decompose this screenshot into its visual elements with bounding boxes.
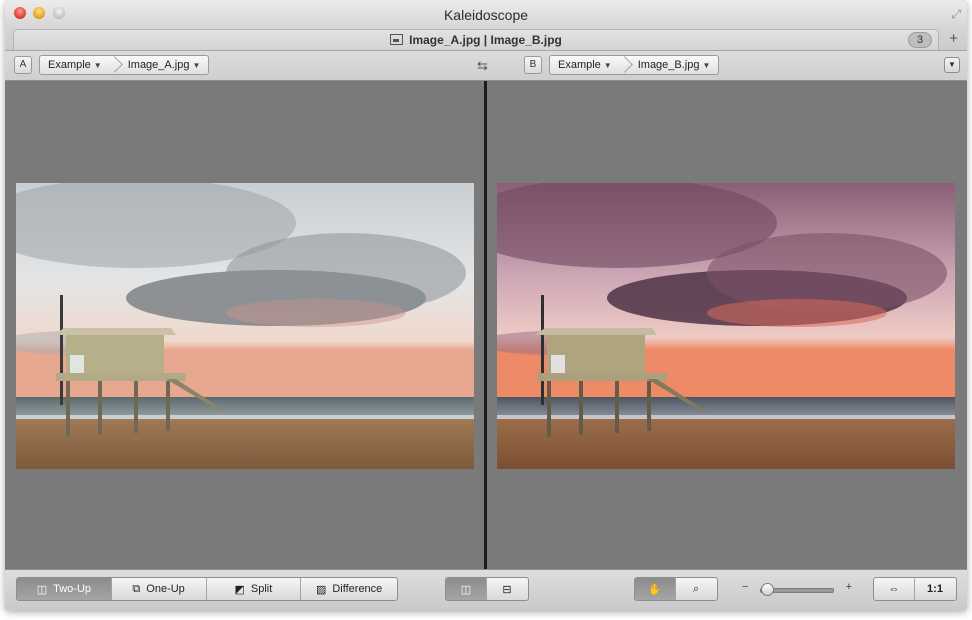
image-a-beach-photo [16,183,474,469]
pane-b-badge[interactable]: B [524,56,542,74]
path-bar: A Example ▼ Image_A.jpg ▼ ⇆ B Example ▼ Ima… [5,51,967,81]
window-title: Kaleidoscope [443,7,529,23]
layout-control: ◫ ⊟ [445,577,529,601]
fit-icon: ⇔ [888,583,900,595]
add-tab-button[interactable]: + [949,30,958,47]
chevron-down-icon: ▼ [702,61,711,70]
swap-sides-icon[interactable]: ⇆ [477,58,488,74]
pane-a-crumb-folder-label: Example [48,59,91,71]
pane-a-badge[interactable]: A [14,56,32,74]
pan-tool-button[interactable]: ✋ [635,578,676,600]
hand-icon: ✋ [648,583,662,596]
breadcrumb-separator [110,56,120,74]
zoom-slider[interactable]: − + [742,581,852,596]
two-up-icon: ◫ [36,583,48,596]
app-window: Kaleidoscope ⤢ Image_A.jpg | Image_B.jpg… [5,0,967,610]
zoom-out-icon[interactable]: − [742,581,748,593]
layout-stacked-button[interactable]: ⊟ [487,578,527,600]
fullscreen-icon[interactable]: ⤢ [951,7,961,22]
mode-two-up-button[interactable]: ◫ Two-Up [17,578,112,600]
tab-count-badge[interactable]: 3 [908,32,932,48]
actual-size-button[interactable]: 1:1 [915,578,955,600]
tab-comparison[interactable]: Image_A.jpg | Image_B.jpg 3 [13,29,939,50]
chevron-down-icon: ▼ [192,61,201,70]
image-b-preview[interactable] [497,183,955,469]
pane-b-crumb-file[interactable]: Image_B.jpg ▼ [630,59,719,71]
mode-difference-label: Difference [332,583,383,595]
image-a-preview[interactable] [16,183,474,469]
pane-divider[interactable] [484,81,487,569]
options-dropdown-icon[interactable]: ▼ [944,57,960,73]
pane-b-crumb-folder-label: Example [558,59,601,71]
tab-bar: Image_A.jpg | Image_B.jpg 3 + [5,28,967,51]
zoom-knob[interactable] [760,583,774,596]
pane-b-crumb-folder[interactable]: Example ▼ [550,59,620,71]
tab-title: Image_A.jpg | Image_B.jpg [409,33,562,47]
mode-difference-button[interactable]: ▨ Difference [301,578,397,600]
magnifier-icon: ⌕ [692,582,700,595]
pane-a-crumb-folder[interactable]: Example ▼ [40,59,110,71]
one-up-icon: ⧉ [132,582,141,595]
mode-one-up-button[interactable]: ⧉ One-Up [112,578,207,600]
mode-split-button[interactable]: ◩ Split [207,578,302,600]
image-b-beach-photo [497,183,955,469]
pane-a-crumb-file[interactable]: Image_A.jpg ▼ [120,59,209,71]
title-bar: Kaleidoscope ⤢ [5,0,967,28]
image-file-icon [390,34,404,45]
fit-to-window-button[interactable]: ⇔ [874,578,915,600]
pane-b-breadcrumb: Example ▼ Image_B.jpg ▼ [549,55,720,75]
columns-icon: ◫ [460,583,472,596]
rows-icon: ⊟ [502,583,512,596]
mode-one-up-label: One-Up [146,583,185,595]
fit-control: ⇔ 1:1 [873,577,957,601]
breadcrumb-separator [620,56,630,74]
bottom-toolbar: ◫ Two-Up ⧉ One-Up ◩ Split ▨ Difference ◫ ⊟ ✋… [5,569,967,610]
layout-side-by-side-button[interactable]: ◫ [446,578,487,600]
actual-size-label: 1:1 [927,583,943,595]
split-icon: ◩ [234,583,245,596]
zoom-in-icon[interactable]: + [846,581,852,593]
tool-control: ✋ ⌕ [634,577,718,601]
view-mode-control: ◫ Two-Up ⧉ One-Up ◩ Split ▨ Difference [16,577,398,601]
mode-split-label: Split [250,583,273,595]
chevron-down-icon: ▼ [603,61,612,70]
pane-b-crumb-file-label: Image_B.jpg [637,59,700,71]
comparison-area [5,81,967,569]
mode-two-up-label: Two-Up [53,583,92,595]
chevron-down-icon: ▼ [93,61,102,70]
difference-icon: ▨ [315,583,327,596]
pane-a-crumb-file-label: Image_A.jpg [127,59,190,71]
tab-title-wrap: Image_A.jpg | Image_B.jpg [14,33,938,47]
zoom-tool-button[interactable]: ⌕ [676,578,716,600]
pane-a-breadcrumb: Example ▼ Image_A.jpg ▼ [39,55,210,75]
